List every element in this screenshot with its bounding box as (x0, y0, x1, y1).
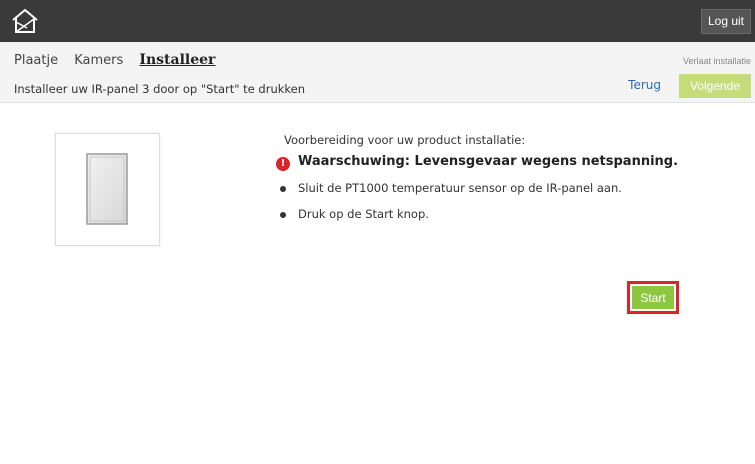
main-content: Voorbereiding voor uw product installati… (0, 103, 755, 464)
exit-installation-link[interactable]: Verlaat installatie (683, 56, 751, 66)
back-link[interactable]: Terug (628, 78, 661, 92)
ir-panel-icon (84, 152, 130, 230)
start-highlight-frame: Start (627, 281, 679, 314)
product-card (55, 133, 160, 246)
exclamation-icon: ! (276, 157, 290, 171)
warning-text: Waarschuwing: Levensgevaar wegens netspa… (298, 154, 679, 169)
step-text: Sluit de PT1000 temperatuur sensor op de… (298, 181, 622, 195)
bullet-icon (280, 186, 286, 192)
top-bar: Log uit (0, 0, 755, 42)
tab-plaatje[interactable]: Plaatje (14, 53, 58, 68)
sub-header: Plaatje Kamers Installeer Verlaat instal… (0, 42, 755, 103)
instruction-text: Installeer uw IR-panel 3 door op "Start"… (14, 82, 306, 96)
logout-button[interactable]: Log uit (700, 9, 751, 34)
tab-installeer[interactable]: Installeer (139, 52, 215, 68)
start-button[interactable]: Start (632, 286, 674, 309)
step-text: Druk op de Start knop. (298, 207, 429, 221)
house-logo-icon[interactable] (10, 6, 40, 36)
next-button[interactable]: Volgende (679, 74, 751, 98)
preparation-title: Voorbereiding voor uw product installati… (284, 133, 526, 147)
tab-bar: Plaatje Kamers Installeer (14, 52, 227, 68)
tab-kamers[interactable]: Kamers (74, 53, 123, 68)
bullet-icon (280, 212, 286, 218)
